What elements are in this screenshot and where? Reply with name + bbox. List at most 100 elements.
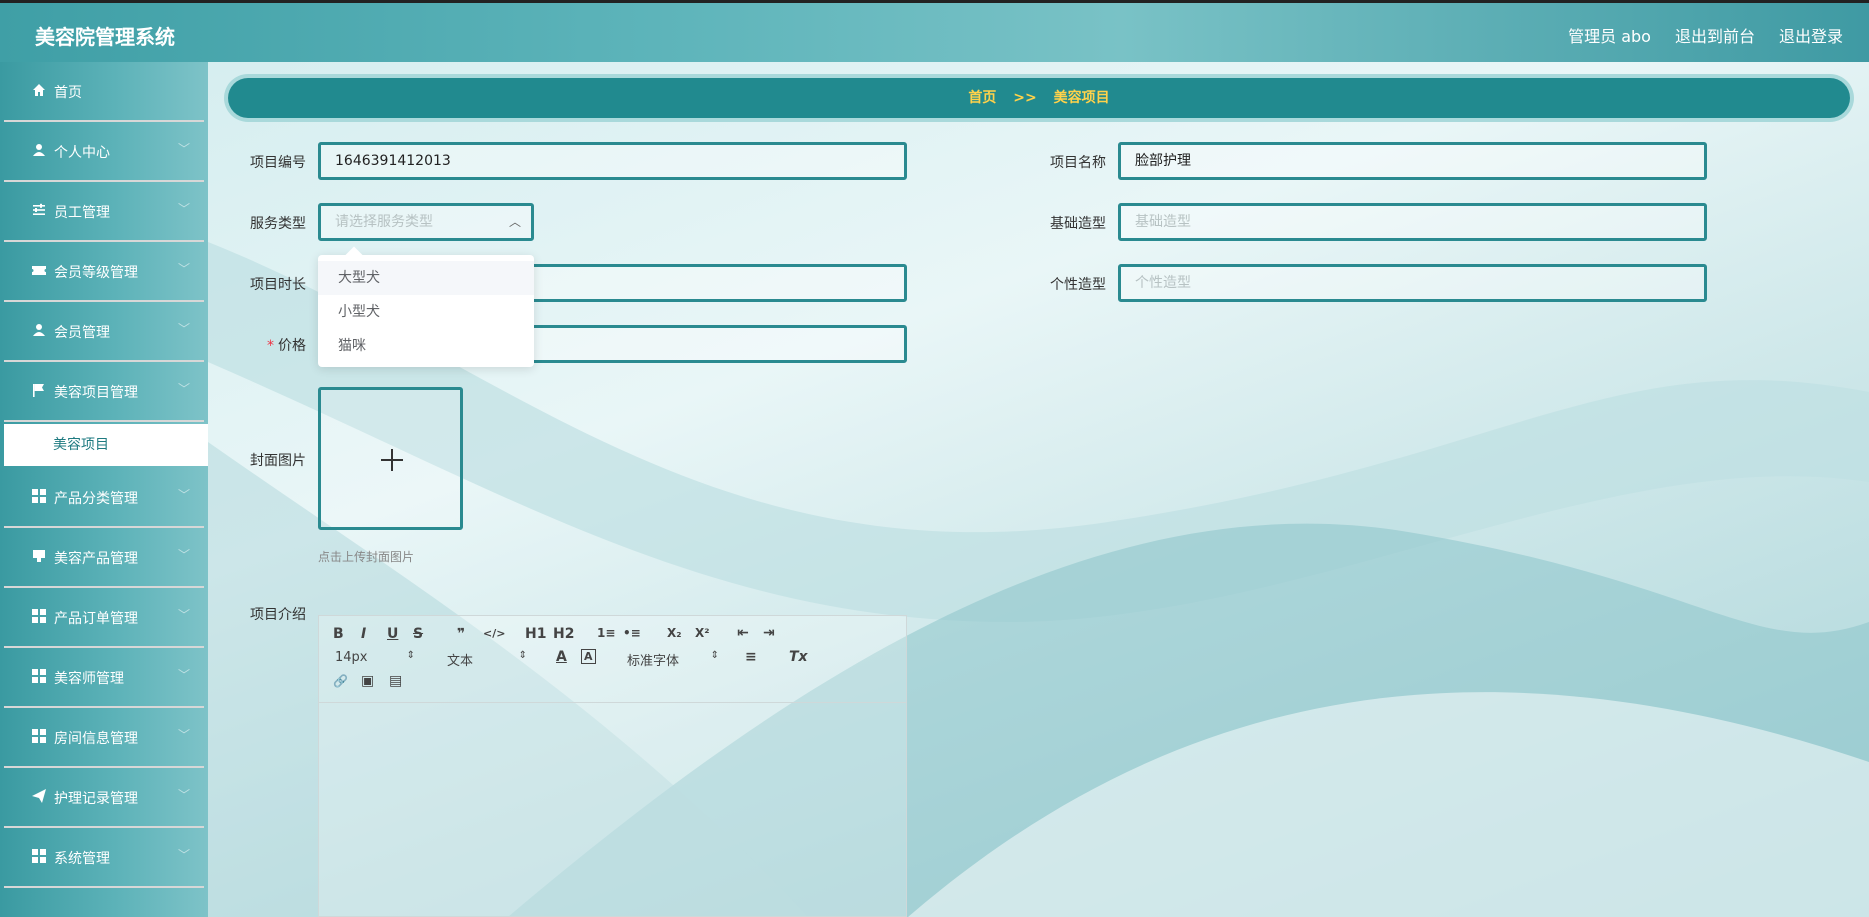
font-family-value: 标准字体 xyxy=(627,654,680,669)
back-to-front-link[interactable]: 退出到前台 xyxy=(1675,23,1755,47)
heading2-button[interactable]: H2 xyxy=(553,626,574,642)
cover-upload-button[interactable] xyxy=(318,387,463,530)
sidebar-item-rooms[interactable]: 房间信息管理 ﹀ xyxy=(4,708,204,768)
chevron-down-icon: ﹀ xyxy=(177,548,190,562)
sidebar-item-home[interactable]: 首页 xyxy=(4,62,204,122)
editor-toolbar: B I U S ❞ </> H1 H2 1≡ •≡ X₂ X² ⇤ ⇥ 14px… xyxy=(319,616,906,703)
project-code-input[interactable]: 1646391412013 xyxy=(318,142,907,180)
project-intro-label: 项目介绍 xyxy=(250,607,306,623)
service-type-dropdown: 大型犬 小型犬 猫咪 xyxy=(318,255,534,367)
heading1-button[interactable]: H1 xyxy=(525,626,546,642)
sidebar-item-product-category[interactable]: 产品分类管理 ﹀ xyxy=(4,468,204,528)
base-style-input[interactable]: 基础造型 xyxy=(1118,203,1707,241)
flag-icon xyxy=(33,384,44,397)
chevron-down-icon: ﹀ xyxy=(177,142,190,156)
chevron-down-icon: ﹀ xyxy=(177,202,190,216)
bullet-list-button[interactable]: •≡ xyxy=(623,626,641,640)
sidebar-item-members[interactable]: 会员管理 ﹀ xyxy=(4,302,204,362)
sidebar-subitem-beauty-project[interactable]: 美容项目 xyxy=(4,424,208,466)
sidebar-item-beauty-products[interactable]: 美容产品管理 ﹀ xyxy=(4,528,204,588)
outdent-button[interactable]: ⇤ xyxy=(737,625,749,641)
grid-icon xyxy=(32,489,46,503)
project-name-input[interactable]: 脸部护理 xyxy=(1118,142,1707,180)
sidebar-item-label: 房间信息管理 xyxy=(54,731,138,747)
sidebar-item-member-level[interactable]: 会员等级管理 ﹀ xyxy=(4,242,204,302)
sidebar-item-label: 首页 xyxy=(54,85,82,101)
sidebar-item-beauticians[interactable]: 美容师管理 ﹀ xyxy=(4,648,204,708)
font-size-value: 14px xyxy=(335,650,368,665)
text-format-select[interactable]: 文本 ⇕ xyxy=(447,650,527,669)
custom-style-input[interactable]: 个性造型 xyxy=(1118,264,1707,302)
service-type-select[interactable]: 请选择服务类型 ︿ xyxy=(318,203,534,241)
sidebar-item-care-records[interactable]: 护理记录管理 ﹀ xyxy=(4,768,204,828)
sidebar-item-system[interactable]: 系统管理 ﹀ xyxy=(4,828,204,888)
breadcrumb-separator: >> xyxy=(1013,90,1037,106)
chevron-down-icon: ﹀ xyxy=(177,382,190,396)
align-button[interactable]: ≡ xyxy=(745,649,757,665)
admin-user-link[interactable]: 管理员 abo xyxy=(1568,23,1651,47)
font-size-select[interactable]: 14px ⇕ xyxy=(335,650,415,665)
breadcrumb-current: 美容项目 xyxy=(1053,90,1110,106)
box-icon xyxy=(33,550,45,562)
superscript-button[interactable]: X² xyxy=(695,626,710,640)
required-mark: * xyxy=(267,338,274,354)
user-icon xyxy=(33,324,45,336)
top-links: 管理员 abo 退出到前台 退出登录 xyxy=(1568,23,1843,47)
project-name-label: 项目名称 xyxy=(1050,155,1106,171)
plus-icon-vertical xyxy=(391,449,393,471)
bold-button[interactable]: B xyxy=(333,626,344,642)
indent-button[interactable]: ⇥ xyxy=(763,625,775,641)
dropdown-option[interactable]: 大型犬 xyxy=(318,261,534,295)
sort-arrows-icon: ⇕ xyxy=(710,650,719,661)
background-color-button[interactable]: A xyxy=(581,649,596,664)
logout-link[interactable]: 退出登录 xyxy=(1779,23,1843,47)
editor-content-area[interactable] xyxy=(319,703,906,917)
strike-button[interactable]: S xyxy=(413,626,423,642)
sidebar-item-label: 个人中心 xyxy=(54,145,110,161)
ticket-icon xyxy=(32,266,46,275)
chevron-down-icon: ﹀ xyxy=(177,788,190,802)
font-color-button[interactable]: A xyxy=(556,649,567,665)
text-format-value: 文本 xyxy=(447,654,474,669)
chevron-down-icon: ﹀ xyxy=(177,262,190,276)
italic-button[interactable]: I xyxy=(361,626,366,642)
user-icon xyxy=(33,144,45,156)
custom-style-label: 个性造型 xyxy=(1050,277,1106,293)
font-family-select[interactable]: 标准字体 ⇕ xyxy=(627,650,719,669)
sidebar-item-staff[interactable]: 员工管理 ﹀ xyxy=(4,182,204,242)
rich-text-editor: B I U S ❞ </> H1 H2 1≡ •≡ X₂ X² ⇤ ⇥ 14px… xyxy=(318,615,907,917)
sidebar-item-product-orders[interactable]: 产品订单管理 ﹀ xyxy=(4,588,204,648)
sort-arrows-icon: ⇕ xyxy=(518,650,527,661)
video-button[interactable]: ▤ xyxy=(389,673,402,689)
home-icon xyxy=(33,84,45,96)
sort-arrows-icon: ⇕ xyxy=(406,650,415,661)
chevron-down-icon: ﹀ xyxy=(177,848,190,862)
sidebar-item-label: 产品订单管理 xyxy=(54,611,138,627)
sidebar-item-label: 护理记录管理 xyxy=(54,791,138,807)
app-title: 美容院管理系统 xyxy=(35,25,175,49)
service-type-placeholder: 请选择服务类型 xyxy=(335,214,433,230)
quote-button[interactable]: ❞ xyxy=(457,626,465,642)
link-button[interactable]: 🔗 xyxy=(333,674,348,688)
base-style-label: 基础造型 xyxy=(1050,216,1106,232)
clear-format-button[interactable]: Tx xyxy=(789,649,808,665)
image-button[interactable]: ▣ xyxy=(361,673,374,689)
chevron-down-icon: ﹀ xyxy=(177,668,190,682)
subscript-button[interactable]: X₂ xyxy=(667,626,682,640)
grid-icon xyxy=(32,729,46,743)
price-label-text: 价格 xyxy=(278,338,306,354)
sidebar: 首页 个人中心 ﹀ 员工管理 ﹀ 会员等级管理 ﹀ 会员管理 ﹀ 美容项目管理 … xyxy=(0,62,208,917)
breadcrumb-home[interactable]: 首页 xyxy=(968,90,996,106)
duration-label: 项目时长 xyxy=(250,277,306,293)
code-button[interactable]: </> xyxy=(483,627,505,640)
service-type-label: 服务类型 xyxy=(250,216,306,232)
grid-icon xyxy=(32,669,46,683)
dropdown-option[interactable]: 小型犬 xyxy=(318,295,534,329)
sidebar-item-label: 会员等级管理 xyxy=(54,265,138,281)
ordered-list-button[interactable]: 1≡ xyxy=(597,626,615,640)
sidebar-item-beauty-projects[interactable]: 美容项目管理 ﹀ xyxy=(4,362,204,422)
sidebar-item-label: 美容师管理 xyxy=(54,671,124,687)
dropdown-option[interactable]: 猫咪 xyxy=(318,329,534,363)
sidebar-item-personal[interactable]: 个人中心 ﹀ xyxy=(4,122,204,182)
underline-button[interactable]: U xyxy=(387,626,398,642)
